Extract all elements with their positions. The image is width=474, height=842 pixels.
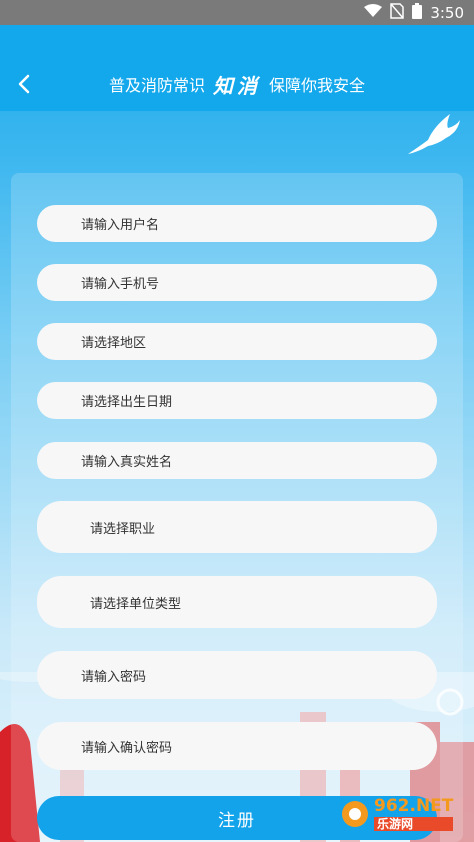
brand-logo: 知消 — [213, 73, 261, 98]
occupation-select[interactable]: 请选择职业 — [37, 501, 437, 553]
watermark-line2: 乐游网 — [374, 816, 454, 831]
confirm-password-field[interactable]: 请输入确认密码 — [37, 722, 437, 770]
realname-field[interactable]: 请输入真实姓名 — [37, 442, 437, 479]
watermark-logo-icon — [342, 801, 368, 827]
occupation-placeholder: 请选择职业 — [90, 521, 156, 537]
confirm-password-placeholder: 请输入确认密码 — [81, 740, 173, 756]
region-placeholder: 请选择地区 — [81, 336, 147, 351]
status-bar: 3:50 — [0, 0, 474, 25]
watermark-line1: 962.NET — [374, 795, 454, 816]
title-left-text: 普及消防常识 — [108, 76, 205, 95]
no-sim-icon — [390, 2, 405, 23]
birthdate-placeholder: 请选择出生日期 — [81, 395, 173, 410]
realname-placeholder: 请输入真实姓名 — [81, 455, 173, 470]
dove-icon — [408, 114, 460, 154]
unit-type-placeholder: 请选择单位类型 — [90, 596, 182, 612]
username-placeholder: 请输入用户名 — [81, 218, 160, 233]
password-placeholder: 请输入密码 — [81, 669, 147, 685]
wifi-icon — [364, 3, 383, 22]
birthdate-select[interactable]: 请选择出生日期 — [37, 382, 437, 419]
site-watermark: 962.NET 乐游网 — [340, 790, 468, 838]
password-field[interactable]: 请输入密码 — [37, 651, 437, 699]
status-time: 3:50 — [430, 3, 464, 22]
phone-field[interactable]: 请输入手机号 — [37, 264, 437, 301]
page-title: 普及消防常识 知消 保障你我安全 — [0, 72, 474, 98]
battery-icon — [412, 2, 423, 23]
unit-type-select[interactable]: 请选择单位类型 — [37, 576, 437, 628]
phone-placeholder: 请输入手机号 — [81, 277, 160, 292]
username-field[interactable]: 请输入用户名 — [37, 205, 437, 242]
region-select[interactable]: 请选择地区 — [37, 323, 437, 360]
title-right-text: 保障你我安全 — [269, 76, 366, 95]
